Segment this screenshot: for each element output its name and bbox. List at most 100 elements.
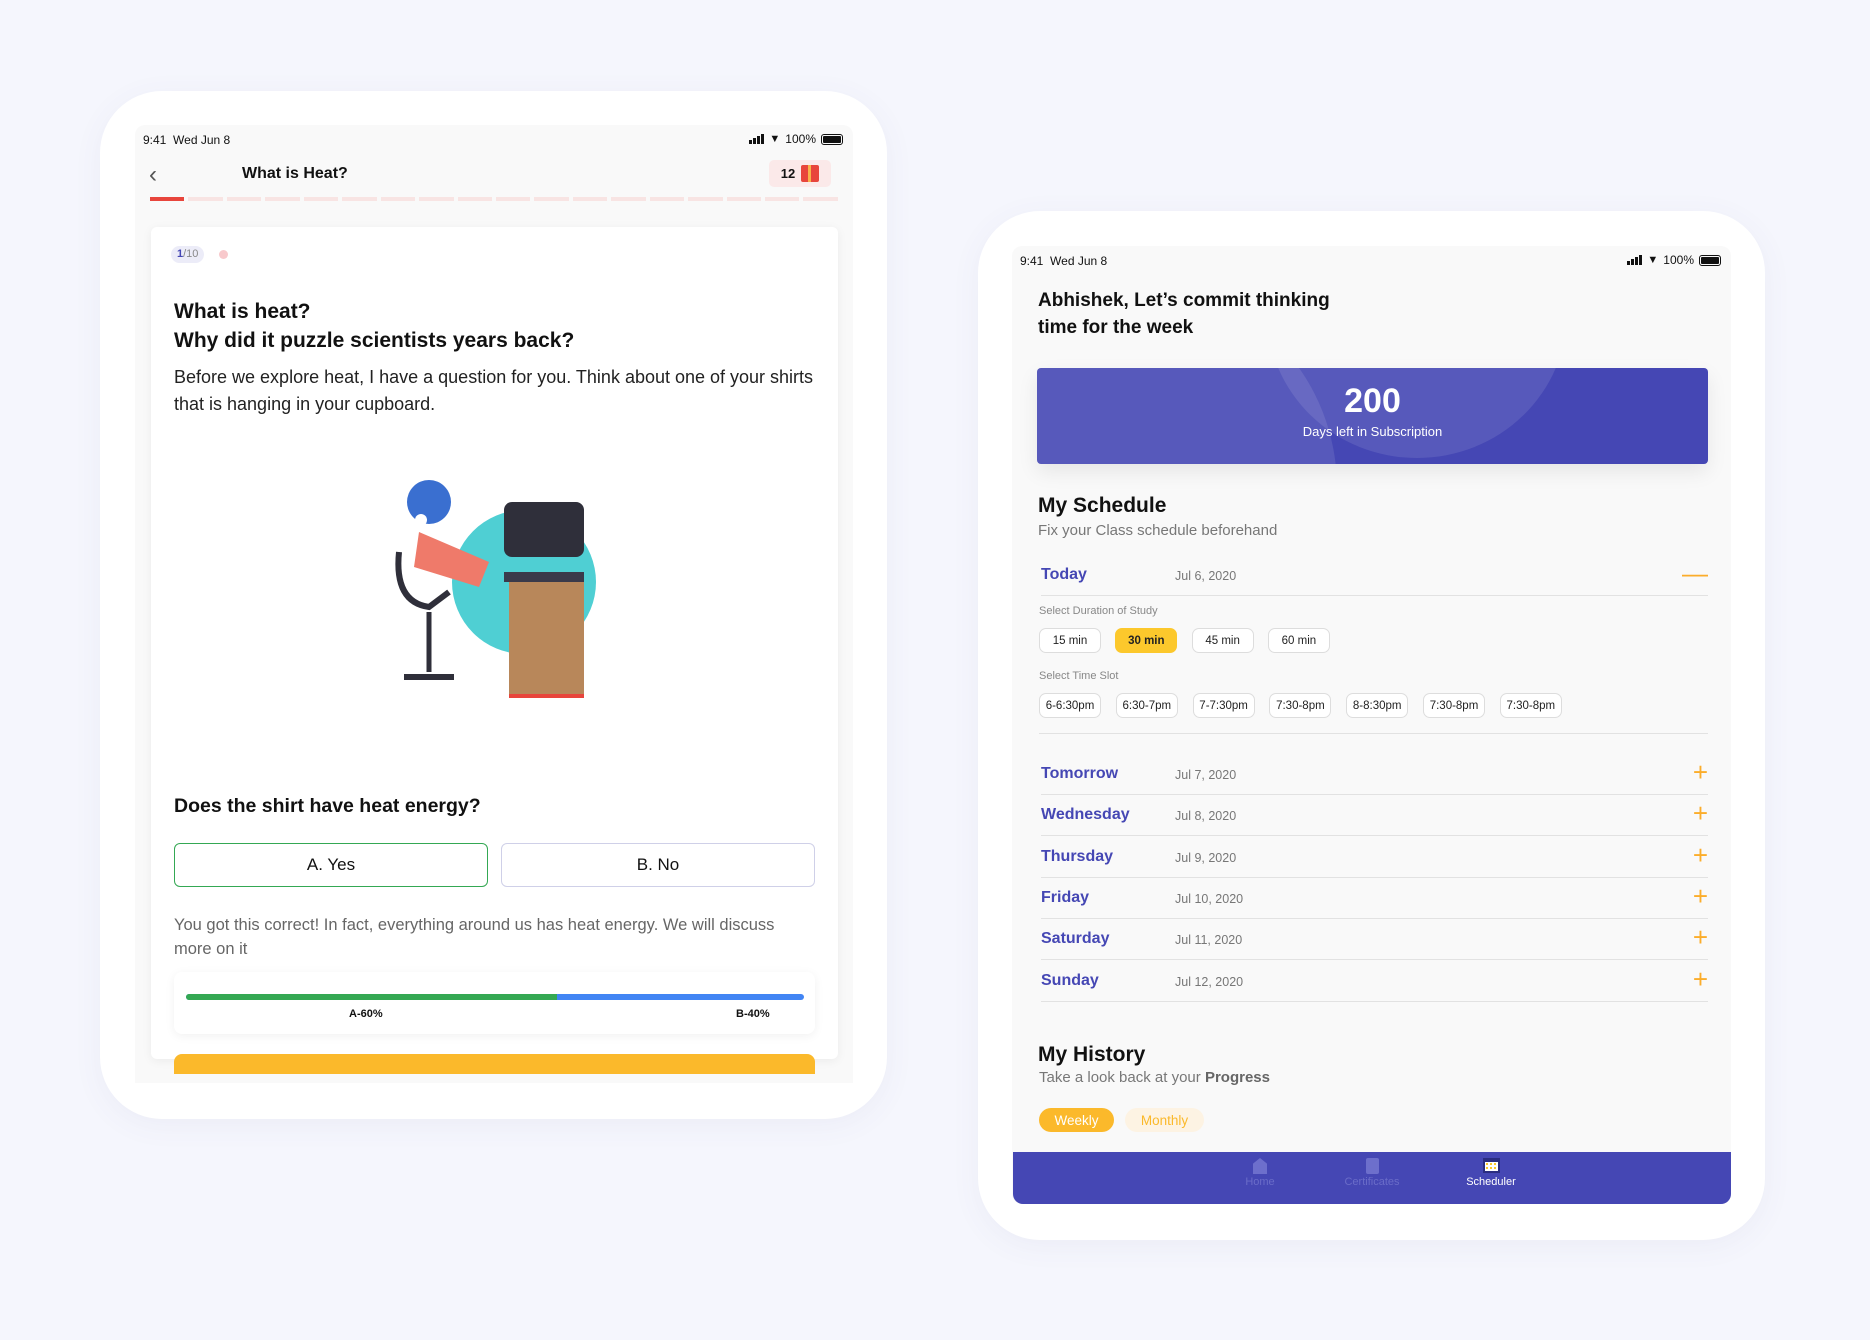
question-card: 1/10 What is heat? Why did it puzzle sci… <box>151 227 838 1059</box>
schedule-title: My Schedule <box>1038 494 1167 517</box>
duration-chip[interactable]: 45 min <box>1191 628 1254 653</box>
progress-segment <box>150 197 185 201</box>
tab-certificates[interactable]: Certificates <box>1327 1158 1417 1188</box>
time-slot-chip[interactable]: 6-6:30pm <box>1039 693 1101 718</box>
calendar-icon <box>1482 1158 1500 1173</box>
day-name: Sunday <box>1041 971 1099 989</box>
certificate-icon <box>1365 1158 1379 1174</box>
day-row[interactable]: Sunday Jul 12, 2020 + <box>1041 962 1708 1002</box>
question-text: Does the shirt have heat energy? <box>174 795 481 817</box>
duration-chip[interactable]: 60 min <box>1267 628 1330 653</box>
divider <box>1039 733 1708 734</box>
history-title: My History <box>1038 1043 1146 1066</box>
quiz-screen: 9:41 Wed Jun 8 ▼ 100% ‹ What is Heat? 12… <box>135 125 853 1083</box>
gift-counter[interactable]: 12 <box>769 160 831 187</box>
signal-icon <box>1627 255 1643 265</box>
duration-chip[interactable]: 30 min <box>1115 628 1178 653</box>
progress-segment <box>534 197 569 201</box>
progress-segment <box>649 197 685 201</box>
day-date: Jul 7, 2020 <box>1175 768 1237 782</box>
day-row[interactable]: Friday Jul 10, 2020 + <box>1041 879 1708 919</box>
time-slot-chip[interactable]: 8-8:30pm <box>1346 693 1409 718</box>
status-bar: 9:41 Wed Jun 8 ▼ 100% <box>1012 246 1731 276</box>
progress-segment <box>457 197 492 201</box>
answer-feedback: You got this correct! In fact, everythin… <box>174 916 775 958</box>
status-time: 9:41 <box>143 133 167 147</box>
bottom-tab-bar: Home Certificates Scheduler <box>1013 1152 1731 1204</box>
weekly-tab[interactable]: Weekly <box>1039 1108 1114 1132</box>
expand-plus-icon[interactable]: + <box>1693 966 1708 992</box>
time-slot-chip[interactable]: 7:30-8pm <box>1269 693 1332 718</box>
duration-label: Select Duration of Study <box>1039 605 1158 617</box>
days-left-value: 200 <box>1344 382 1401 420</box>
status-time: 9:41 <box>1020 254 1044 268</box>
schedule-subtitle: Fix your Class schedule beforehand <box>1038 522 1278 539</box>
expand-plus-icon[interactable]: + <box>1693 924 1708 950</box>
subscription-banner: 200 Days left in Subscription <box>1037 368 1708 464</box>
option-a-button[interactable]: A. Yes <box>174 843 488 887</box>
progress-segment <box>572 197 608 201</box>
day-row[interactable]: Thursday Jul 9, 2020 + <box>1041 838 1708 878</box>
page-heading: Abhishek, Let’s commit thinking time for… <box>1038 290 1330 338</box>
battery-percent: 100% <box>785 132 816 146</box>
wifi-icon: ▼ <box>1647 254 1659 266</box>
option-b-button[interactable]: B. No <box>501 843 815 887</box>
progress-segment <box>303 197 339 201</box>
monthly-tab[interactable]: Monthly <box>1125 1108 1204 1132</box>
battery-icon <box>821 133 843 145</box>
day-row[interactable]: Tomorrow Jul 7, 2020 + <box>1041 755 1708 795</box>
lesson-progress <box>150 197 838 201</box>
day-date: Jul 11, 2020 <box>1175 933 1243 948</box>
progress-segment <box>265 197 300 201</box>
card-paragraph: Before we explore heat, I have a questio… <box>174 367 814 414</box>
day-row-today[interactable]: Today Jul 6, 2020 — <box>1041 556 1708 596</box>
time-slot-chip[interactable]: 7-7:30pm <box>1192 693 1255 718</box>
time-slot-chip[interactable]: 6:30-7pm <box>1115 693 1178 718</box>
tab-home[interactable]: Home <box>1215 1158 1305 1188</box>
progress-segment <box>419 197 454 201</box>
tab-scheduler[interactable]: Scheduler <box>1446 1158 1536 1188</box>
day-date: Jul 10, 2020 <box>1175 891 1244 906</box>
progress-segment <box>226 197 262 201</box>
expand-plus-icon[interactable]: + <box>1693 759 1708 785</box>
poll-label-b: B-40% <box>736 1008 770 1020</box>
expand-plus-icon[interactable]: + <box>1693 842 1708 868</box>
poll-bar <box>186 994 804 1000</box>
poll-results-card: A-60% B-40% <box>174 972 815 1034</box>
progress-segment <box>380 197 416 201</box>
illustration-student-at-desk <box>395 480 596 698</box>
card-title: What is heat? Why did it puzzle scientis… <box>174 300 575 352</box>
day-name: Friday <box>1041 888 1090 906</box>
day-name: Wednesday <box>1041 806 1130 824</box>
progress-segment <box>188 197 223 201</box>
collapse-minus-icon[interactable]: — <box>1682 560 1708 586</box>
day-row[interactable]: Wednesday Jul 8, 2020 + <box>1041 796 1708 837</box>
back-button[interactable]: ‹ <box>149 161 157 189</box>
progress-segment <box>765 197 800 201</box>
progress-segment <box>611 197 646 201</box>
time-slot-chip[interactable]: 7:30-8pm <box>1499 693 1562 718</box>
battery-percent: 100% <box>1663 253 1694 267</box>
time-slot-chip[interactable]: 7:30-8pm <box>1423 693 1485 718</box>
continue-button[interactable] <box>174 1054 815 1074</box>
poll-bar-a-fill <box>186 994 557 1000</box>
days-left-label: Days left in Subscription <box>1302 424 1443 439</box>
day-date: Jul 8, 2020 <box>1175 809 1237 824</box>
progress-segment <box>803 197 838 201</box>
signal-icon <box>749 134 765 144</box>
home-icon <box>1253 1158 1267 1174</box>
progress-segment <box>342 197 377 201</box>
question-counter-badge: 1/10 <box>171 246 205 263</box>
page-title: What is Heat? <box>242 165 348 182</box>
gift-icon <box>801 165 820 182</box>
progress-segment <box>688 197 723 201</box>
progress-segment <box>726 197 761 201</box>
day-date: Jul 9, 2020 <box>1175 850 1237 865</box>
day-row[interactable]: Saturday Jul 11, 2020 + <box>1041 920 1708 961</box>
expand-plus-icon[interactable]: + <box>1693 883 1708 909</box>
gift-count: 12 <box>780 166 796 181</box>
wifi-icon: ▼ <box>769 133 781 145</box>
expand-plus-icon[interactable]: + <box>1693 800 1708 826</box>
duration-chip[interactable]: 15 min <box>1039 628 1101 653</box>
status-bar: 9:41 Wed Jun 8 ▼ 100% <box>135 125 853 155</box>
